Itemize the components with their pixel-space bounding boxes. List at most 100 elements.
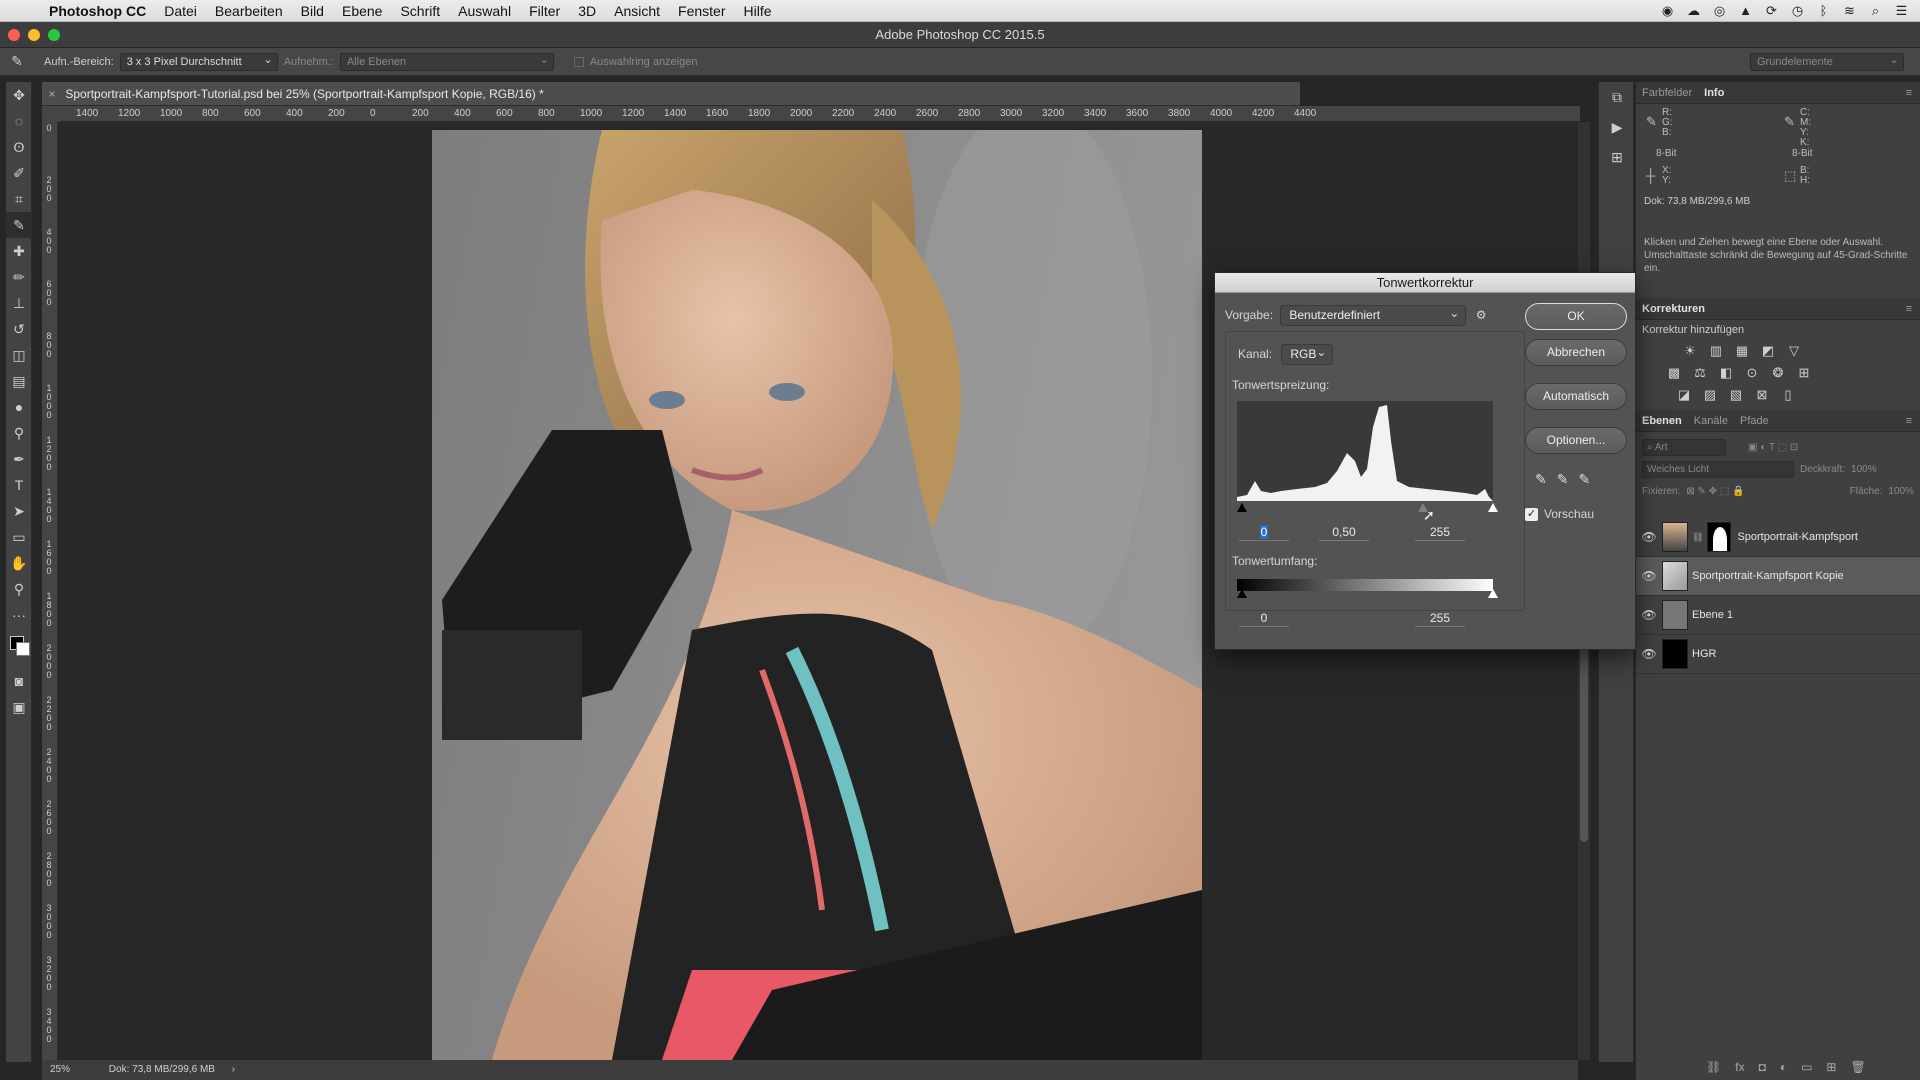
output-white-value[interactable]: 255 — [1415, 609, 1465, 627]
preset-select[interactable]: Benutzerdefiniert — [1280, 304, 1467, 326]
zoom-level[interactable]: 25% — [50, 1064, 70, 1075]
black-point-eyedropper-icon[interactable]: ✎ — [1535, 471, 1547, 488]
output-white-slider[interactable] — [1488, 589, 1498, 598]
quick-mask-icon[interactable]: ◙ — [6, 668, 32, 694]
input-black-value[interactable]: 0 — [1239, 523, 1289, 541]
new-adjustment-icon[interactable]: ◐ — [1780, 1060, 1787, 1074]
list-icon[interactable]: ☰ — [1893, 2, 1910, 19]
bw-icon[interactable]: ◧ — [1716, 365, 1736, 381]
visibility-eye-icon[interactable]: 👁 — [1636, 647, 1662, 661]
layer-row[interactable]: 👁 ⛓ Sportportrait-Kampfsport — [1636, 518, 1920, 557]
workspace-select[interactable]: Grundelemente — [1750, 52, 1904, 71]
eraser-tool-icon[interactable]: ◫ — [6, 342, 32, 368]
move-tool-icon[interactable]: ✥ — [6, 82, 32, 108]
zoom-tool-icon[interactable]: ⚲ — [6, 576, 32, 602]
add-mask-icon[interactable]: ◘ — [1759, 1060, 1766, 1074]
cancel-button[interactable]: Abbrechen — [1525, 339, 1627, 366]
vibrance-icon[interactable]: ▽ — [1784, 343, 1804, 359]
menu-3d[interactable]: 3D — [569, 3, 605, 19]
search-icon[interactable]: ⌕ — [1867, 2, 1884, 19]
blend-mode-select[interactable]: Weiches Licht — [1642, 460, 1794, 478]
rectangle-tool-icon[interactable]: ▭ — [6, 524, 32, 550]
preview-checkbox[interactable]: ✓ — [1525, 507, 1538, 521]
status-arrow-icon[interactable]: › — [232, 1064, 235, 1075]
exposure-icon[interactable]: ◩ — [1758, 343, 1778, 359]
screen-mode-icon[interactable]: ▣ — [6, 694, 32, 720]
link-layers-icon[interactable]: ⛓ — [1706, 1060, 1721, 1074]
cloud-icon[interactable]: ☁ — [1685, 2, 1702, 19]
brush-tool-icon[interactable]: ✏ — [6, 264, 32, 290]
filter-icons[interactable]: ▣ ◐ T ⬚ ⊡ — [1748, 442, 1798, 453]
auto-button[interactable]: Automatisch — [1525, 383, 1627, 410]
eyedropper-tool-icon[interactable]: ✎ — [6, 212, 32, 238]
tab-layers[interactable]: Ebenen — [1642, 415, 1682, 427]
delete-layer-icon[interactable]: 🗑 — [1850, 1060, 1865, 1074]
gradient-tool-icon[interactable]: ▤ — [6, 368, 32, 394]
menu-bearbeiten[interactable]: Bearbeiten — [206, 3, 292, 19]
path-select-tool-icon[interactable]: ➤ — [6, 498, 32, 524]
lasso-tool-icon[interactable]: ʘ — [6, 134, 32, 160]
new-group-icon[interactable]: ▭ — [1801, 1060, 1812, 1074]
marquee-tool-icon[interactable]: ◌ — [6, 108, 32, 134]
input-gamma-value[interactable]: 0,50 — [1319, 523, 1369, 541]
sync-icon[interactable]: ⟳ — [1763, 2, 1780, 19]
menu-auswahl[interactable]: Auswahl — [449, 3, 520, 19]
properties-panel-icon[interactable]: ⊞ — [1599, 142, 1635, 172]
layer-mask[interactable] — [1707, 522, 1732, 552]
color-balance-icon[interactable]: ⚖ — [1690, 365, 1710, 381]
visibility-eye-icon[interactable]: 👁 — [1636, 608, 1662, 622]
tab-corrections[interactable]: Korrekturen — [1642, 303, 1705, 315]
ring-checkbox[interactable] — [573, 56, 584, 67]
levels-icon[interactable]: ▥ — [1706, 343, 1726, 359]
vertical-ruler[interactable]: 0 2 0 0 4 0 0 6 0 0 8 0 0 1 0 0 0 1 2 0 0 1 4 0… — [42, 122, 58, 1062]
channel-mixer-icon[interactable]: ❂ — [1768, 365, 1788, 381]
posterize-icon[interactable]: ▨ — [1700, 387, 1720, 403]
layer-row-selected[interactable]: 👁 Sportportrait-Kampfsport Kopie — [1636, 557, 1920, 596]
color-swatches[interactable] — [6, 628, 31, 668]
creative-cloud-icon[interactable]: ◎ — [1711, 2, 1728, 19]
menu-ebene[interactable]: Ebene — [333, 3, 391, 19]
fill-value[interactable]: 100% — [1888, 486, 1914, 497]
visibility-eye-icon[interactable]: 👁 — [1636, 530, 1662, 544]
menu-bild[interactable]: Bild — [292, 3, 333, 19]
gray-point-eyedropper-icon[interactable]: ✎ — [1557, 471, 1569, 488]
history-brush-icon[interactable]: ↺ — [6, 316, 32, 342]
document-tab[interactable]: × Sportportrait-Kampfsport-Tutorial.psd … — [42, 82, 1300, 106]
wifi-icon[interactable]: ≋ — [1841, 2, 1858, 19]
type-tool-icon[interactable]: T — [6, 472, 32, 498]
selective-color-icon[interactable]: ⊠ — [1752, 387, 1772, 403]
ok-button[interactable]: OK — [1525, 303, 1627, 330]
new-layer-icon[interactable]: ⊞ — [1826, 1060, 1836, 1074]
input-white-slider[interactable] — [1488, 503, 1498, 512]
close-window-button[interactable] — [8, 29, 20, 41]
tab-paths[interactable]: Pfade — [1740, 415, 1769, 427]
output-black-value[interactable]: 0 — [1239, 609, 1289, 627]
bluetooth-icon[interactable]: ᛒ — [1815, 2, 1832, 19]
opacity-value[interactable]: 100% — [1851, 464, 1877, 475]
sample-select[interactable]: Alle Ebenen — [339, 52, 554, 71]
menu-schrift[interactable]: Schrift — [391, 3, 449, 19]
corrections-menu-icon[interactable]: ≡ — [1906, 303, 1912, 315]
layer-row[interactable]: 👁 HGR — [1636, 635, 1920, 674]
menu-ansicht[interactable]: Ansicht — [605, 3, 669, 19]
channel-select[interactable]: RGB — [1281, 343, 1334, 365]
tab-channels[interactable]: Kanäle — [1694, 415, 1728, 427]
healing-tool-icon[interactable]: ✚ — [6, 238, 32, 264]
stamp-tool-icon[interactable]: ⊥ — [6, 290, 32, 316]
clock-icon[interactable]: ◷ — [1789, 2, 1806, 19]
threshold-icon[interactable]: ▧ — [1726, 387, 1746, 403]
record-icon[interactable]: ◉ — [1659, 2, 1676, 19]
hue-sat-icon[interactable]: ▩ — [1664, 365, 1684, 381]
lock-icons[interactable]: ⊠ ✎ ✥ ⬚ 🔒 — [1686, 486, 1744, 497]
horizontal-ruler[interactable]: 1400 1200 1000 800 600 400 200 0 200 400 600 800 100… — [60, 106, 1580, 122]
history-panel-icon[interactable]: ⧉ — [1599, 82, 1635, 112]
layer-row[interactable]: 👁 Ebene 1 — [1636, 596, 1920, 635]
zoom-window-button[interactable] — [48, 29, 60, 41]
layers-menu-icon[interactable]: ≡ — [1906, 415, 1912, 427]
eyedropper-icon[interactable]: ✎ — [0, 53, 34, 70]
crop-tool-icon[interactable]: ⌗ — [6, 186, 32, 212]
pen-tool-icon[interactable]: ✒ — [6, 446, 32, 472]
panel-menu-icon[interactable]: ≡ — [1906, 87, 1912, 99]
blur-tool-icon[interactable]: ● — [6, 394, 32, 420]
input-white-value[interactable]: 255 — [1415, 523, 1465, 541]
